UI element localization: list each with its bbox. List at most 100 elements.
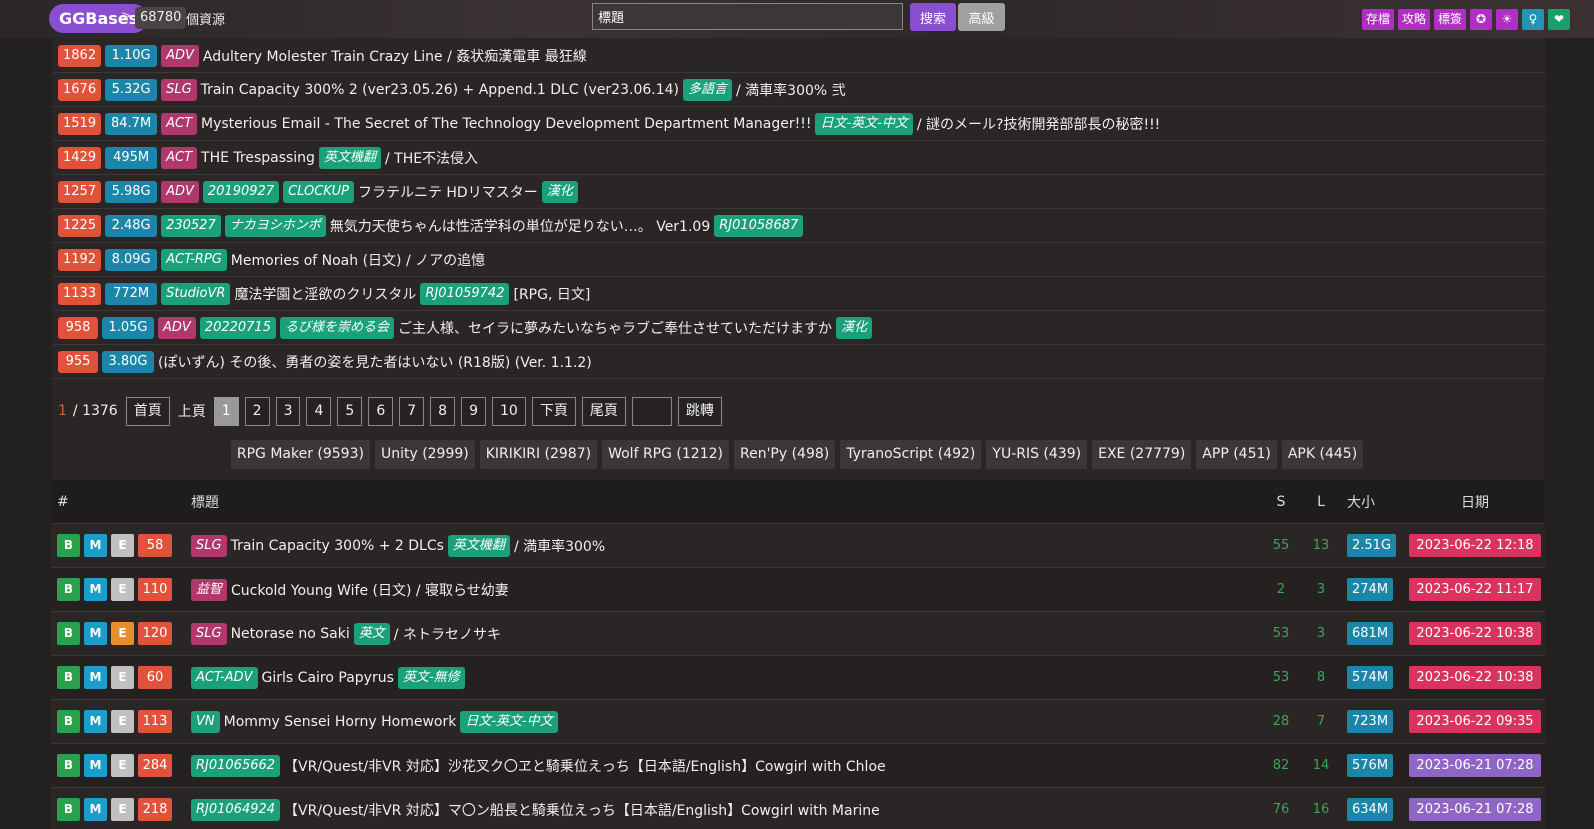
page-number-button[interactable]: 8: [430, 396, 456, 426]
magnet-button[interactable]: M: [84, 534, 107, 557]
tag-badge[interactable]: CLOCKUP: [283, 180, 354, 203]
page-number-button[interactable]: 1: [213, 396, 239, 426]
search-button[interactable]: 搜索: [910, 3, 956, 31]
tag-badge[interactable]: ADV: [161, 180, 199, 203]
col-num[interactable]: #: [51, 494, 191, 510]
heart-icon[interactable]: ❤: [1548, 9, 1570, 30]
col-size[interactable]: 大小: [1341, 492, 1405, 512]
ed2k-button[interactable]: E: [111, 534, 134, 557]
engine-filter-item[interactable]: APK (445): [1281, 440, 1364, 469]
magnet-button[interactable]: M: [84, 622, 107, 645]
tag-badge[interactable]: 多語言: [683, 78, 733, 101]
item-title-link[interactable]: Cuckold Young Wife (日文) / 寝取らせ幼妻: [231, 580, 509, 600]
tag-badge[interactable]: SLG: [191, 622, 227, 645]
item-title-link[interactable]: フラテルニテ HDリマスター: [358, 182, 538, 202]
page-number-button[interactable]: 10: [492, 396, 526, 426]
item-title-link[interactable]: THE Trespassing: [201, 150, 315, 166]
col-seeders[interactable]: S: [1261, 494, 1301, 510]
tag-badge[interactable]: ACT: [161, 146, 198, 169]
bt-download-button[interactable]: B: [57, 622, 80, 645]
item-title-link[interactable]: 無気力天使ちゃんは性活学科の単位が足りない…。 Ver1.09: [330, 216, 710, 236]
tag-badge[interactable]: ACT-ADV: [191, 666, 258, 689]
tag-badge[interactable]: るび様を崇める会: [279, 316, 394, 339]
page-number-button[interactable]: 7: [399, 396, 425, 426]
bt-download-button[interactable]: B: [57, 754, 80, 777]
engine-filter-item[interactable]: Wolf RPG (1212): [602, 440, 729, 469]
tag-badge[interactable]: 英文機翻: [447, 534, 510, 557]
item-title-link[interactable]: Train Capacity 300% 2 (ver23.05.26) + Ap…: [201, 82, 679, 98]
item-title-link[interactable]: Train Capacity 300% + 2 DLCs: [231, 538, 444, 554]
page-number-button[interactable]: 4: [306, 396, 332, 426]
tag-badge[interactable]: 漢化: [835, 316, 872, 339]
tag-badge[interactable]: 20190927: [202, 180, 280, 203]
prev-page-button[interactable]: 上頁: [176, 401, 208, 421]
tag-badge[interactable]: RJ01064924: [191, 798, 281, 821]
engine-filter-item[interactable]: YU-RIS (439): [986, 440, 1088, 469]
item-title-link[interactable]: Mysterious Email - The Secret of The Tec…: [201, 116, 811, 132]
tag-badge[interactable]: 漢化: [541, 180, 578, 203]
tags-button[interactable]: 標簽: [1433, 9, 1466, 30]
magnet-button[interactable]: M: [84, 666, 107, 689]
page-number-button[interactable]: 2: [244, 396, 270, 426]
tag-badge[interactable]: 英文機翻: [318, 146, 381, 169]
bt-download-button[interactable]: B: [57, 710, 80, 733]
bt-download-button[interactable]: B: [57, 534, 80, 557]
page-number-button[interactable]: 6: [368, 396, 394, 426]
jump-page-input[interactable]: [631, 396, 672, 426]
tag-badge[interactable]: 英文: [353, 622, 390, 645]
tag-badge[interactable]: ADV: [158, 316, 196, 339]
tag-badge[interactable]: RJ01065662: [191, 754, 281, 777]
item-title-link[interactable]: ご主人様、セイラに夢みたいなちゃラブご奉仕させていただけますか: [398, 318, 832, 338]
engine-filter-item[interactable]: TyranoScript (492): [840, 440, 982, 469]
ed2k-button[interactable]: E: [111, 622, 134, 645]
item-title-link[interactable]: Netorase no Saki: [231, 626, 350, 642]
item-title-link[interactable]: Adultery Molester Train Crazy Line / 姦状痴…: [203, 46, 587, 66]
bt-download-button[interactable]: B: [57, 578, 80, 601]
tag-badge[interactable]: SLG: [161, 78, 197, 101]
jump-button[interactable]: 跳轉: [677, 396, 722, 426]
tag-badge[interactable]: 英文-無修: [397, 666, 465, 689]
tag-badge[interactable]: RJ01058687: [714, 214, 804, 237]
engine-filter-item[interactable]: RPG Maker (9593): [230, 440, 370, 469]
page-number-button[interactable]: 5: [337, 396, 363, 426]
female-icon[interactable]: ♀: [1522, 9, 1544, 30]
engine-filter-item[interactable]: KIRIKIRI (2987): [479, 440, 598, 469]
page-number-button[interactable]: 9: [461, 396, 487, 426]
tag-badge[interactable]: 230527: [161, 214, 221, 237]
tag-badge[interactable]: ナカヨシホンポ: [224, 214, 326, 237]
ed2k-button[interactable]: E: [111, 798, 134, 821]
item-title-link[interactable]: Mommy Sensei Horny Homework: [224, 714, 457, 730]
tag-badge[interactable]: 20220715: [199, 316, 276, 339]
tag-badge[interactable]: StudioVR: [161, 282, 231, 305]
brand-logo[interactable]: GGBases: [49, 4, 149, 33]
tag-badge[interactable]: 日文-英文-中文: [460, 710, 558, 733]
item-title-link[interactable]: 【VR/Quest/非VR 対応】沙花叉ク〇ヱと騎乗位えっち【日本語/Engli…: [284, 756, 886, 776]
tag-badge[interactable]: ADV: [161, 44, 199, 67]
archive-button[interactable]: 存檔: [1361, 9, 1394, 30]
last-page-button[interactable]: 尾頁: [581, 396, 626, 426]
col-date[interactable]: 日期: [1405, 492, 1545, 512]
magnet-button[interactable]: M: [84, 754, 107, 777]
search-input[interactable]: [592, 3, 903, 30]
magnet-button[interactable]: M: [84, 710, 107, 733]
engine-filter-item[interactable]: Unity (2999): [374, 440, 475, 469]
tag-badge[interactable]: 日文-英文-中文: [815, 112, 913, 135]
ed2k-button[interactable]: E: [111, 754, 134, 777]
star-circle-icon[interactable]: ✪: [1470, 9, 1492, 30]
magnet-button[interactable]: M: [84, 798, 107, 821]
engine-filter-item[interactable]: APP (451): [1196, 440, 1277, 469]
advanced-search-button[interactable]: 高級: [958, 3, 1005, 31]
tag-badge[interactable]: 益智: [191, 578, 228, 601]
first-page-button[interactable]: 首頁: [125, 396, 170, 426]
tag-badge[interactable]: VN: [191, 710, 220, 733]
guide-button[interactable]: 攻略: [1397, 9, 1430, 30]
page-number-button[interactable]: 3: [275, 396, 301, 426]
item-title-link[interactable]: 【VR/Quest/非VR 対応】マ〇ン船長と騎乗位えっち【日本語/Englis…: [284, 800, 880, 820]
bt-download-button[interactable]: B: [57, 666, 80, 689]
ed2k-button[interactable]: E: [111, 710, 134, 733]
col-leechers[interactable]: L: [1301, 494, 1341, 510]
sun-icon[interactable]: ☀: [1496, 9, 1518, 30]
col-title[interactable]: 標題: [191, 492, 1261, 512]
tag-badge[interactable]: RJ01059742: [420, 282, 510, 305]
item-title-link[interactable]: (ぽいずん) その後、勇者の姿を見た者はいない (R18版) (Ver. 1.1…: [158, 352, 592, 372]
